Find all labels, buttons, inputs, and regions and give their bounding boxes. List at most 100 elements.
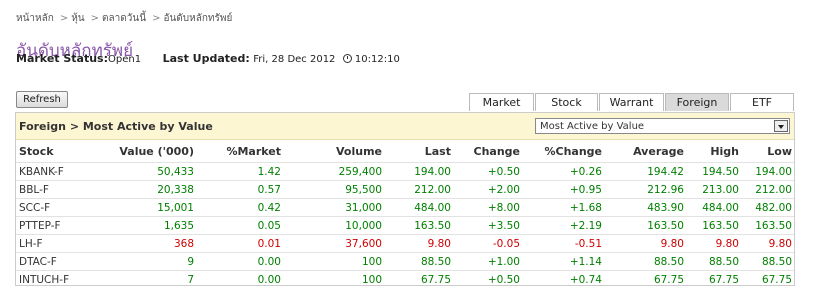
tab-foreign[interactable]: Foreign (665, 93, 729, 111)
last-updated-label: Last Updated: (162, 52, 250, 65)
cell-average: 163.50 (604, 216, 686, 235)
cell-pct-market: 0.00 (196, 252, 283, 271)
table-row[interactable]: LH-F 368 0.01 37,600 9.80 -0.05 -0.51 9.80 9.80 9… (16, 234, 794, 253)
cell-last: 88.50 (384, 252, 453, 271)
breadcrumb-separator: > (59, 13, 69, 24)
cell-change: +0.50 (453, 162, 522, 181)
cell-change: +3.50 (453, 216, 522, 235)
breadcrumb-separator: > (90, 13, 100, 24)
ranking-type-value: Most Active by Value (540, 121, 645, 132)
tab-warrant[interactable]: Warrant (599, 93, 664, 111)
cell-average: 88.50 (604, 252, 686, 271)
market-status-value: Open1 (108, 54, 142, 65)
cell-pct-change: +1.14 (522, 252, 604, 271)
cell-pct-market: 1.42 (196, 162, 283, 181)
stock-symbol-cell[interactable]: DTAC-F (16, 252, 96, 271)
cell-low: 88.50 (741, 252, 794, 271)
cell-pct-market: 0.01 (196, 234, 283, 253)
breadcrumb-stock[interactable]: หุ้น (71, 13, 84, 24)
cell-value: 15,001 (96, 198, 196, 217)
cell-value: 1,635 (96, 216, 196, 235)
cell-volume: 31,000 (283, 198, 384, 217)
cell-volume: 259,400 (283, 162, 384, 181)
cell-volume: 95,500 (283, 180, 384, 199)
table-body: KBANK-F 50,433 1.42 259,400 194.00 +0.50 +0.26… (16, 162, 794, 288)
breadcrumb-ranking: อันดับหลักทรัพย์ (163, 13, 233, 24)
breadcrumb: หน้าหลัก > หุ้น > ตลาดวันนี้ > อันดับหลักทรัพย… (16, 11, 235, 26)
cell-pct-market: 0.05 (196, 216, 283, 235)
cell-last: 484.00 (384, 198, 453, 217)
last-updated-value: Fri, 28 Dec 2012 (253, 54, 336, 65)
cell-change: +8.00 (453, 198, 522, 217)
tab-etf[interactable]: ETF (730, 93, 794, 111)
cell-pct-market: 0.00 (196, 270, 283, 288)
cell-low: 482.00 (741, 198, 794, 217)
cell-volume: 37,600 (283, 234, 384, 253)
ranking-panel: Foreign > Most Active by Value Most Acti… (15, 112, 795, 288)
column-header-average: Average (633, 144, 684, 158)
cell-pct-market: 0.42 (196, 198, 283, 217)
ranking-type-select[interactable]: Most Active by Value (535, 118, 790, 134)
table-row[interactable]: INTUCH-F 7 0.00 100 67.75 +0.50 +0.74 67.75 67.7… (16, 270, 794, 288)
stock-symbol-cell[interactable]: INTUCH-F (16, 270, 96, 288)
cell-average: 483.90 (604, 198, 686, 217)
cell-last: 67.75 (384, 270, 453, 288)
cell-pct-change: +2.19 (522, 216, 604, 235)
cell-pct-change: +0.95 (522, 180, 604, 199)
cell-value: 20,338 (96, 180, 196, 199)
cell-low: 9.80 (741, 234, 794, 253)
cell-high: 194.50 (686, 162, 741, 181)
tab-market[interactable]: Market (469, 93, 534, 111)
cell-change: +2.00 (453, 180, 522, 199)
cell-pct-market: 0.57 (196, 180, 283, 199)
stock-symbol-cell[interactable]: PTTEP-F (16, 216, 96, 235)
table-row[interactable]: DTAC-F 9 0.00 100 88.50 +1.00 +1.14 88.50 88.50 8… (16, 252, 794, 271)
stock-symbol-cell[interactable]: KBANK-F (16, 162, 96, 181)
cell-high: 163.50 (686, 216, 741, 235)
cell-value: 368 (96, 234, 196, 253)
table-row[interactable]: KBANK-F 50,433 1.42 259,400 194.00 +0.50 +0.26… (16, 162, 794, 181)
cell-average: 9.80 (604, 234, 686, 253)
column-header-volume: Volume (336, 144, 382, 158)
table-row[interactable]: SCC-F 15,001 0.42 31,000 484.00 +8.00 +1.68 483… (16, 198, 794, 217)
cell-change: +1.00 (453, 252, 522, 271)
column-header-high: High (710, 144, 739, 158)
cell-low: 163.50 (741, 216, 794, 235)
chevron-down-icon[interactable] (774, 120, 788, 132)
stock-symbol-cell[interactable]: BBL-F (16, 180, 96, 199)
cell-average: 67.75 (604, 270, 686, 288)
panel-header: Foreign > Most Active by Value Most Acti… (16, 113, 794, 140)
cell-pct-change: -0.51 (522, 234, 604, 253)
cell-high: 9.80 (686, 234, 741, 253)
cell-last: 9.80 (384, 234, 453, 253)
table-header-row: Stock Value ('000) %Market Volume Last Change… (16, 140, 794, 163)
column-header-stock: Stock (19, 144, 54, 158)
cell-average: 194.42 (604, 162, 686, 181)
cell-high: 88.50 (686, 252, 741, 271)
cell-value: 9 (96, 252, 196, 271)
status-line: Market Status:Open1 Last Updated: Fri, 2… (16, 52, 400, 65)
panel-title: Foreign > Most Active by Value (19, 120, 213, 133)
table-row[interactable]: PTTEP-F 1,635 0.05 10,000 163.50 +3.50 +2.19 16… (16, 216, 794, 235)
cell-volume: 10,000 (283, 216, 384, 235)
column-header-change: Change (473, 144, 521, 158)
breadcrumb-home[interactable]: หน้าหลัก (16, 13, 54, 24)
refresh-button[interactable]: Refresh (16, 91, 68, 108)
cell-change: +0.50 (453, 270, 522, 288)
column-header-low: Low (767, 144, 792, 158)
cell-pct-change: +1.68 (522, 198, 604, 217)
column-header-last: Last (424, 144, 451, 158)
column-header-pct-market: %Market (226, 144, 281, 158)
cell-high: 484.00 (686, 198, 741, 217)
cell-value: 7 (96, 270, 196, 288)
cell-last: 212.00 (384, 180, 453, 199)
table-row[interactable]: BBL-F 20,338 0.57 95,500 212.00 +2.00 +0.95 212… (16, 180, 794, 199)
stock-symbol-cell[interactable]: SCC-F (16, 198, 96, 217)
stock-symbol-cell[interactable]: LH-F (16, 234, 96, 253)
cell-high: 67.75 (686, 270, 741, 288)
cell-change: -0.05 (453, 234, 522, 253)
tab-stock[interactable]: Stock (535, 93, 598, 111)
breadcrumb-market-today[interactable]: ตลาดวันนี้ (102, 13, 146, 24)
cell-low: 67.75 (741, 270, 794, 288)
column-header-pct-change: %Change (544, 144, 602, 158)
